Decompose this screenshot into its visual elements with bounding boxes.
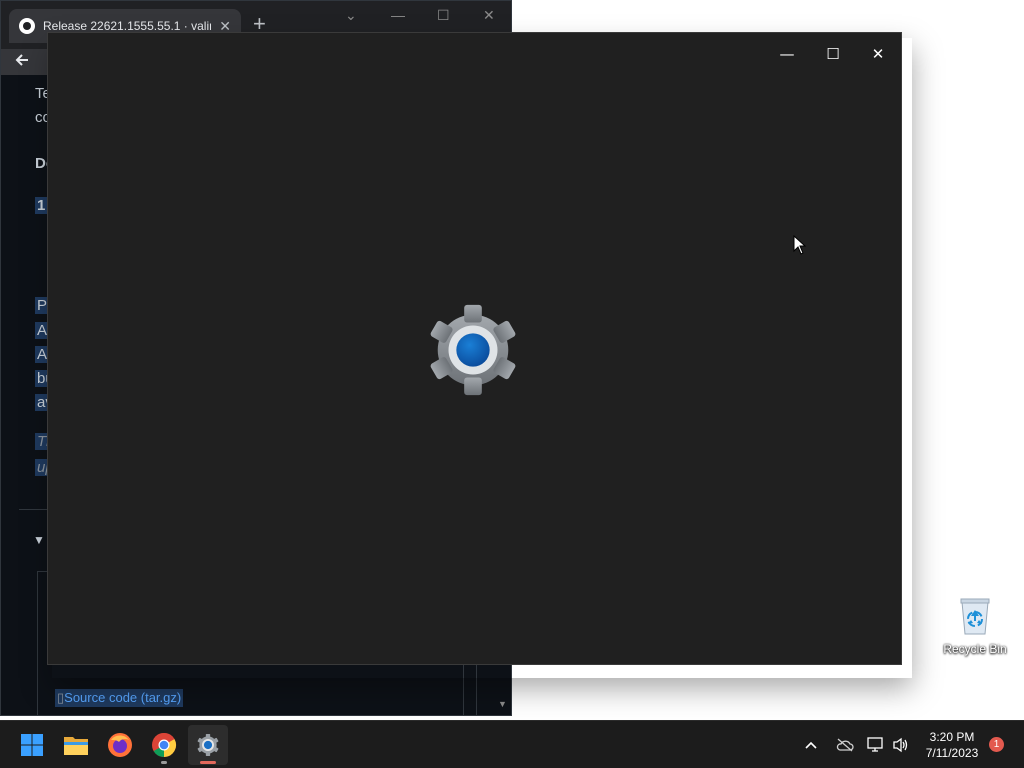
settings-gear-icon [424,301,522,399]
notification-badge[interactable]: 1 [989,737,1004,752]
network-button[interactable] [867,721,885,768]
source-link-label: Source code (tar.gz) [64,690,182,705]
back-arrow-icon[interactable] [13,51,31,74]
browser-minimize-button[interactable]: — [391,7,405,23]
chrome-button[interactable] [144,725,184,765]
clock-date: 7/11/2023 [925,746,979,760]
firefox-icon [108,733,132,757]
speaker-icon [893,737,908,753]
chevron-up-icon [805,741,817,749]
firefox-button[interactable] [100,725,140,765]
recycle-bin-label: Recycle Bin [943,642,1007,656]
taskbar: 3:20 PM 7/11/2023 [0,720,1024,768]
file-explorer-icon [64,737,88,755]
settings-active-indicator [200,761,216,764]
desktop: Release 22621.1555.55.1 · valinet ✕ + ⌄ … [0,0,1024,720]
start-icon [21,734,43,756]
settings-window[interactable]: — ☐ ✕ [47,32,902,665]
tab-search-icon[interactable]: ⌄ [345,7,357,24]
settings-close-button[interactable]: ✕ [855,39,901,69]
settings-maximize-button[interactable]: ☐ [810,39,856,69]
volume-button[interactable] [892,721,910,768]
assets-expand-icon[interactable]: ▼ [33,533,45,547]
file-explorer-button[interactable] [56,725,96,765]
browser-close-button[interactable]: ✕ [483,7,495,24]
network-icon [867,737,883,752]
recycle-bin[interactable]: Recycle Bin [942,596,1008,666]
clock[interactable]: 3:20 PM 7/11/2023 [914,729,990,761]
settings-minimize-button[interactable]: — [764,39,810,69]
recycle-bin-icon [958,596,992,636]
scroll-down-icon[interactable]: ▼ [498,699,507,709]
chrome-icon [152,732,177,757]
browser-maximize-button[interactable]: ☐ [437,7,450,24]
onedrive-offline-icon [836,738,854,752]
onedrive-button[interactable] [836,721,854,768]
source-code-targz-link[interactable]: ▯Source code (tar.gz) [55,689,184,707]
settings-icon [197,733,219,757]
show-hidden-icons-button[interactable] [804,721,818,768]
step-number: 1 [35,197,48,214]
mouse-cursor-icon [793,234,807,260]
github-icon [19,18,35,34]
chrome-running-indicator [161,761,167,764]
settings-taskbar-button[interactable] [188,725,228,765]
tab-title: Release 22621.1555.55.1 · valinet [43,19,212,33]
start-button[interactable] [12,725,52,765]
clock-time: 3:20 PM [929,730,975,744]
